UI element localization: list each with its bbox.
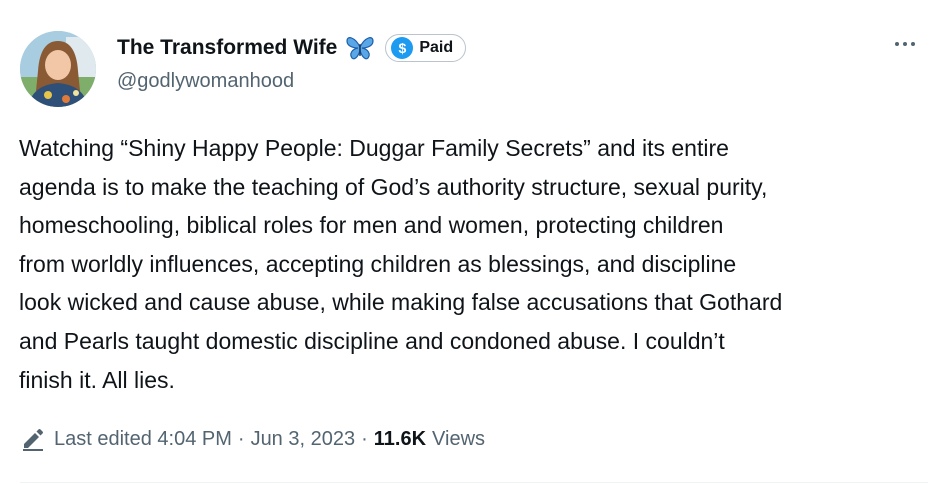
separator: · xyxy=(237,427,245,450)
paid-label: Paid xyxy=(419,39,454,56)
dollar-icon: $ xyxy=(391,37,414,59)
views-count: 11.6K xyxy=(373,427,427,450)
edited-time[interactable]: Last edited 4:04 PM xyxy=(54,428,232,451)
paid-badge[interactable]: $ Paid xyxy=(385,34,467,62)
profile-photo xyxy=(20,31,96,107)
tweet-line: finish it. All lies. xyxy=(19,366,175,393)
tweet-line: Watching “Shiny Happy People: Duggar Fam… xyxy=(19,135,729,161)
tweet-line: homeschooling, biblical roles for men an… xyxy=(19,212,724,239)
tweet-line: and Pearls taught domestic discipline an… xyxy=(19,327,725,354)
divider xyxy=(20,482,928,483)
tweet-date[interactable]: Jun 3, 2023 xyxy=(251,428,356,451)
more-dot xyxy=(903,42,907,46)
author-display-name[interactable]: The Transformed Wife xyxy=(117,36,337,60)
more-horizontal-icon[interactable] xyxy=(895,38,925,50)
avatar[interactable] xyxy=(20,31,96,107)
more-dot xyxy=(911,42,915,46)
tweet-line: look wicked and cause abuse, while makin… xyxy=(19,289,783,316)
tweet-text: Watching “Shiny Happy People: Duggar Fam… xyxy=(19,129,934,399)
tweet-line: agenda is to make the teaching of God’s … xyxy=(19,173,768,200)
more-dot xyxy=(895,42,899,46)
views-label: Views xyxy=(432,427,486,450)
author-name-row: The Transformed Wife $ Paid xyxy=(117,30,467,66)
tweet-line: from worldly influences, accepting child… xyxy=(19,250,737,277)
author-handle[interactable]: @godlywomanhood xyxy=(117,70,294,93)
tweet-meta: Last edited 4:04 PM · Jun 3, 2023 · 11.6… xyxy=(20,424,485,454)
butterfly-icon xyxy=(345,35,375,61)
separator: · xyxy=(361,427,368,450)
pencil-icon[interactable] xyxy=(20,426,46,452)
